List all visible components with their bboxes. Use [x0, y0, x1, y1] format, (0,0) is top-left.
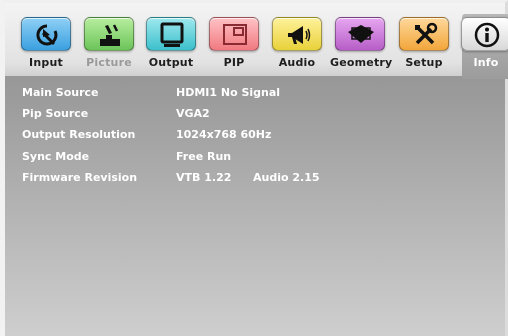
geometry-shape-icon: [348, 25, 374, 43]
info-tile: [461, 17, 508, 51]
info-icon: [474, 22, 500, 48]
pip-window-icon: [223, 24, 247, 45]
tab-audio[interactable]: Audio: [267, 17, 327, 77]
geometry-tile: [335, 17, 385, 51]
monitor-icon: [160, 22, 184, 47]
info-key: Sync Mode: [22, 150, 90, 163]
tab-label: PIP: [223, 56, 245, 69]
info-key: Main Source: [22, 86, 99, 99]
tab-picture[interactable]: Picture: [79, 17, 139, 77]
tab-label: Audio: [278, 56, 316, 69]
tab-setup[interactable]: Setup: [394, 17, 454, 77]
tab-label: Picture: [86, 56, 132, 69]
tab-label: Setup: [405, 56, 443, 69]
audio-tile: [272, 17, 322, 51]
info-value: HDMI1 No Signal: [176, 86, 281, 99]
tab-input[interactable]: Input: [16, 17, 76, 77]
info-value: 1024x768 60Hz: [176, 128, 272, 141]
info-value: VTB 1.22: [176, 171, 232, 184]
info-value: VGA2: [176, 107, 210, 120]
menu-bar: Input Picture Output PIP Audio Geometry …: [5, 3, 508, 79]
input-tile: [21, 17, 71, 51]
tab-geometry[interactable]: Geometry: [330, 17, 393, 77]
speaker-icon: [288, 26, 311, 44]
tools-icon: [415, 22, 438, 45]
info-key: Output Resolution: [22, 128, 136, 141]
tab-label: Input: [29, 56, 63, 69]
tab-pip[interactable]: PIP: [204, 17, 264, 77]
tab-label: Info: [473, 56, 499, 69]
picture-paint-icon: [100, 24, 120, 46]
tab-label: Geometry: [330, 56, 393, 69]
info-value: Free Run: [176, 150, 232, 163]
info-key: Firmware Revision: [22, 171, 138, 184]
info-value-secondary: Audio 2.15: [253, 171, 320, 184]
picture-tile: [84, 17, 134, 51]
tab-info[interactable]: Info: [456, 17, 508, 77]
pip-tile: [209, 17, 259, 51]
tab-label: Output: [148, 56, 194, 69]
input-arrow-icon: [36, 24, 58, 46]
setup-tile: [399, 17, 449, 51]
info-key: Pip Source: [22, 107, 89, 120]
tab-output[interactable]: Output: [141, 17, 201, 77]
output-tile: [146, 17, 196, 51]
